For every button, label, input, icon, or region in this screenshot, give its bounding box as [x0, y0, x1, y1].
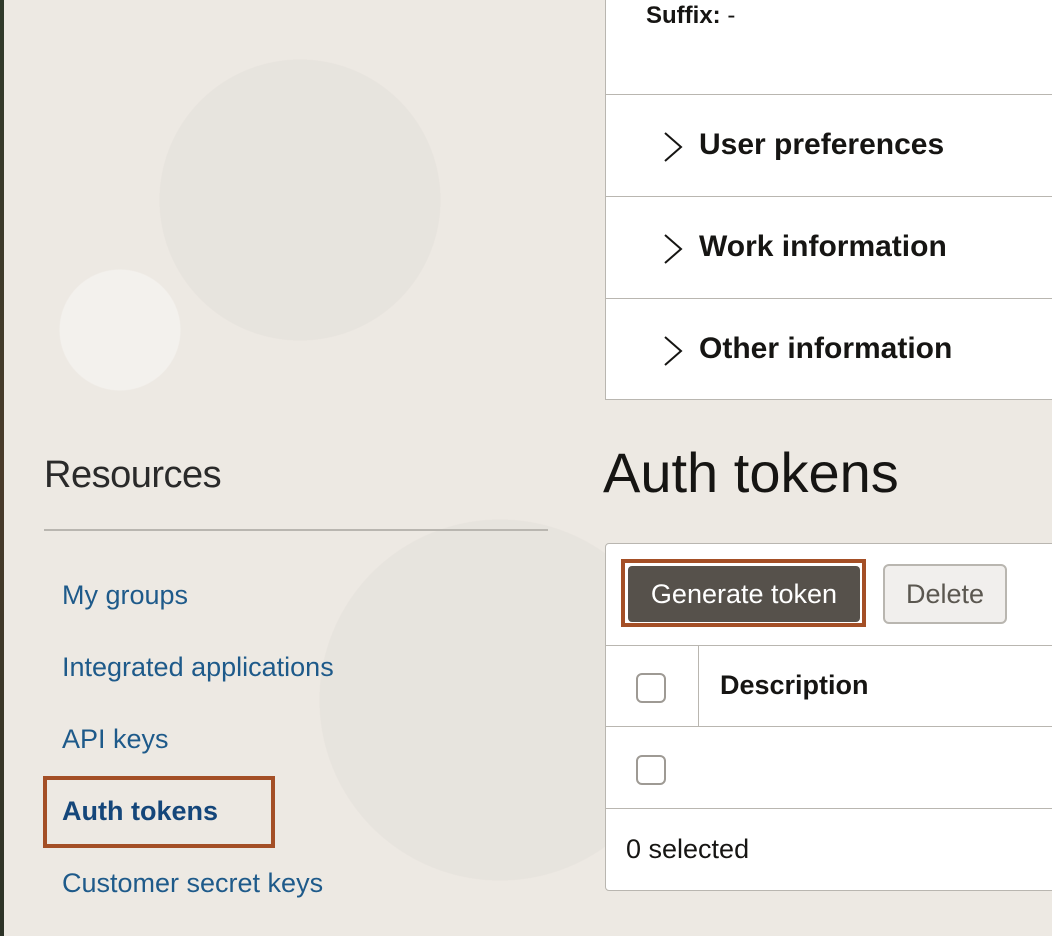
section-other-information[interactable]: Other information: [606, 298, 1052, 400]
table-header-top-border: [606, 645, 1052, 646]
user-info-panel: Suffix: - User preferences Work informat…: [605, 0, 1052, 400]
section-label: Work information: [699, 230, 947, 263]
resource-link-integrated-applications[interactable]: Integrated applications: [62, 652, 334, 683]
generate-token-button[interactable]: Generate token: [628, 566, 860, 622]
section-label: User preferences: [699, 128, 945, 161]
section-work-information[interactable]: Work information: [606, 196, 1052, 298]
chevron-right-icon: [664, 336, 683, 366]
table-header-bottom-border: [606, 726, 1052, 727]
suffix-label: Suffix:: [646, 2, 721, 29]
resource-link-auth-tokens[interactable]: Auth tokens: [62, 796, 218, 827]
table-column-divider: [698, 646, 699, 726]
column-header-description: Description: [720, 670, 869, 700]
section-user-preferences[interactable]: User preferences: [606, 94, 1052, 196]
chevron-right-icon: [664, 234, 683, 264]
row-checkbox[interactable]: [636, 755, 666, 785]
resources-divider: [44, 529, 548, 531]
redacted-description: [712, 758, 882, 784]
section-label: Other information: [699, 332, 953, 365]
suffix-value: -: [727, 2, 736, 29]
table-footer-border: [606, 808, 1052, 809]
resource-link-api-keys[interactable]: API keys: [62, 724, 169, 755]
selected-count: 0 selected: [626, 834, 750, 864]
delete-button[interactable]: Delete: [883, 564, 1007, 624]
resource-link-my-groups[interactable]: My groups: [62, 580, 188, 611]
resources-heading: Resources: [44, 454, 222, 496]
window-left-edge: [0, 0, 4, 936]
resource-link-customer-secret-keys[interactable]: Customer secret keys: [62, 868, 323, 899]
select-all-checkbox[interactable]: [636, 673, 666, 703]
chevron-right-icon: [664, 132, 683, 162]
suffix-field: Suffix: -: [646, 2, 735, 30]
auth-tokens-heading: Auth tokens: [603, 441, 899, 504]
